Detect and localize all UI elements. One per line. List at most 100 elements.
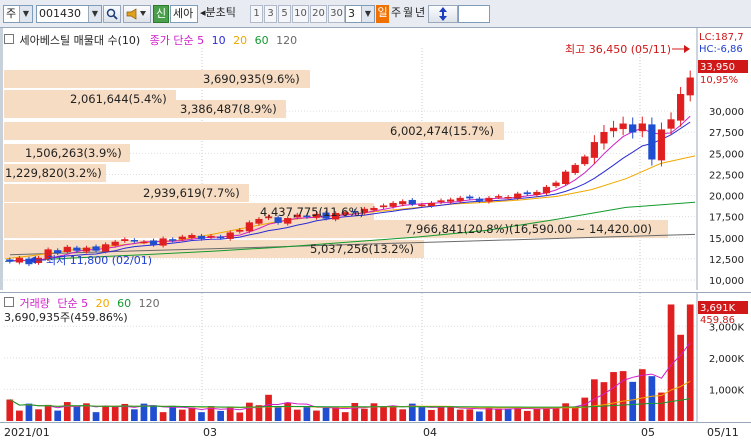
- candle: [609, 127, 618, 132]
- tab-month[interactable]: 월: [402, 5, 414, 23]
- candle: [236, 229, 244, 232]
- candle: [686, 77, 694, 96]
- volume-bar: [543, 407, 550, 421]
- ma-5: 5: [197, 34, 205, 47]
- volume-bar: [131, 409, 138, 421]
- lc-label: LC:187,7: [699, 32, 744, 43]
- stock-code-value: 001430: [39, 7, 81, 20]
- candle: [552, 182, 560, 187]
- candle: [447, 199, 455, 202]
- candle: [73, 247, 81, 251]
- y-tick-label: 10,000: [709, 276, 744, 287]
- candle: [590, 142, 598, 158]
- period-button-3[interactable]: 3: [264, 5, 277, 23]
- volume-bar: [54, 410, 62, 421]
- candle: [102, 244, 110, 252]
- date-input[interactable]: [458, 5, 490, 23]
- price-chart[interactable]: 30,000 27,500 25,000 22,500 20,000 17,500 15,0…: [0, 28, 751, 290]
- candle: [437, 200, 445, 203]
- y-tick-label: 2,000K: [709, 354, 745, 365]
- y-tick-label: 20,000: [709, 192, 744, 203]
- price-panel: 30,000 27,500 25,000 22,500 20,000 17,500 15,0…: [0, 28, 751, 290]
- candle: [63, 246, 71, 252]
- candle: [379, 205, 388, 208]
- volume-profile-label: 3,386,487(8.9%): [180, 102, 277, 116]
- x-axis-label: 2021/01: [4, 426, 50, 439]
- volume-bar: [246, 402, 253, 421]
- y-tick-label: 12,500: [709, 255, 744, 266]
- volume-bar: [428, 409, 435, 421]
- left-scrollbar[interactable]: [0, 28, 3, 290]
- x-axis-labels: 2021/01 03 04 05 05/11: [4, 426, 739, 439]
- volume-profile-label: 4,437,775(11.6%): [260, 205, 364, 219]
- scroll-updown-button[interactable]: [428, 5, 458, 23]
- candle: [111, 241, 119, 246]
- tab-week[interactable]: 주: [390, 5, 402, 23]
- volume-bar: [380, 406, 387, 421]
- volume-profile-label: 2,061,644(5.4%): [70, 92, 167, 106]
- chevron-down-icon[interactable]: ▼: [88, 6, 101, 22]
- search-button[interactable]: [103, 5, 121, 23]
- volume-bar: [437, 406, 445, 421]
- speaker-icon: [126, 8, 146, 20]
- candle: [427, 202, 436, 206]
- y-tick-label: 17,500: [709, 213, 744, 224]
- x-axis-label: 03: [203, 426, 217, 439]
- candle: [159, 238, 167, 246]
- tab-year[interactable]: 년: [414, 5, 426, 23]
- volume-bar: [447, 407, 454, 421]
- candle: [130, 240, 138, 242]
- candle: [6, 259, 14, 262]
- collapse-icon[interactable]: [4, 297, 14, 307]
- candle: [121, 239, 129, 241]
- volume-percent-tag: 459.86: [700, 315, 735, 326]
- candle: [245, 222, 253, 232]
- candle: [638, 123, 646, 132]
- candle: [389, 202, 397, 207]
- volume-bar: [111, 405, 119, 421]
- speaker-button[interactable]: [123, 5, 151, 23]
- price-legend-title: 세아베스틸 매물대 수(10): [19, 34, 141, 47]
- chevron-down-icon[interactable]: ▼: [361, 6, 374, 22]
- stock-code-input[interactable]: 001430 ▼: [36, 5, 102, 23]
- candle: [370, 207, 378, 211]
- candle: [418, 204, 426, 207]
- tab-day[interactable]: 일: [376, 5, 389, 23]
- y-tick-label: 25,000: [709, 149, 744, 160]
- volume-bar: [361, 408, 368, 421]
- candle: [54, 250, 62, 254]
- volume-bar: [284, 402, 292, 421]
- stock-name-field[interactable]: 세아: [170, 5, 198, 23]
- candle: [197, 235, 206, 239]
- candle: [677, 93, 685, 121]
- volume-bar: [619, 371, 627, 421]
- candle: [504, 196, 512, 199]
- y-tick-label: 15,000: [709, 234, 744, 245]
- volume-bar: [495, 408, 502, 421]
- period-button-30[interactable]: 30: [328, 5, 345, 23]
- volume-bar: [35, 409, 42, 421]
- candle: [485, 197, 493, 202]
- collapse-icon[interactable]: [4, 34, 14, 44]
- volume-bar: [562, 403, 569, 421]
- period-button-10[interactable]: 10: [292, 5, 309, 23]
- volume-bar: [92, 412, 100, 421]
- period-button-1[interactable]: 1: [250, 5, 263, 23]
- period-button-20[interactable]: 20: [310, 5, 327, 23]
- up-down-arrow-icon: [439, 7, 447, 21]
- chevron-down-icon[interactable]: ▼: [19, 6, 32, 22]
- volume-bar: [389, 407, 397, 421]
- count-select[interactable]: 3 ▼: [345, 5, 375, 23]
- volume-bar: [293, 409, 301, 421]
- market-select[interactable]: 주 ▼: [3, 5, 33, 23]
- volume-bar: [150, 405, 157, 421]
- volume-bar: [351, 403, 359, 421]
- volume-bar: [102, 405, 109, 421]
- tick-unit-selector[interactable]: ◂분초틱: [200, 5, 248, 23]
- volume-bar: [198, 412, 205, 421]
- period-button-5[interactable]: 5: [278, 5, 291, 23]
- new-badge: 신: [153, 5, 169, 23]
- volume-bar: [638, 369, 646, 421]
- volume-bar: [73, 406, 81, 421]
- volume-bar: [188, 407, 196, 421]
